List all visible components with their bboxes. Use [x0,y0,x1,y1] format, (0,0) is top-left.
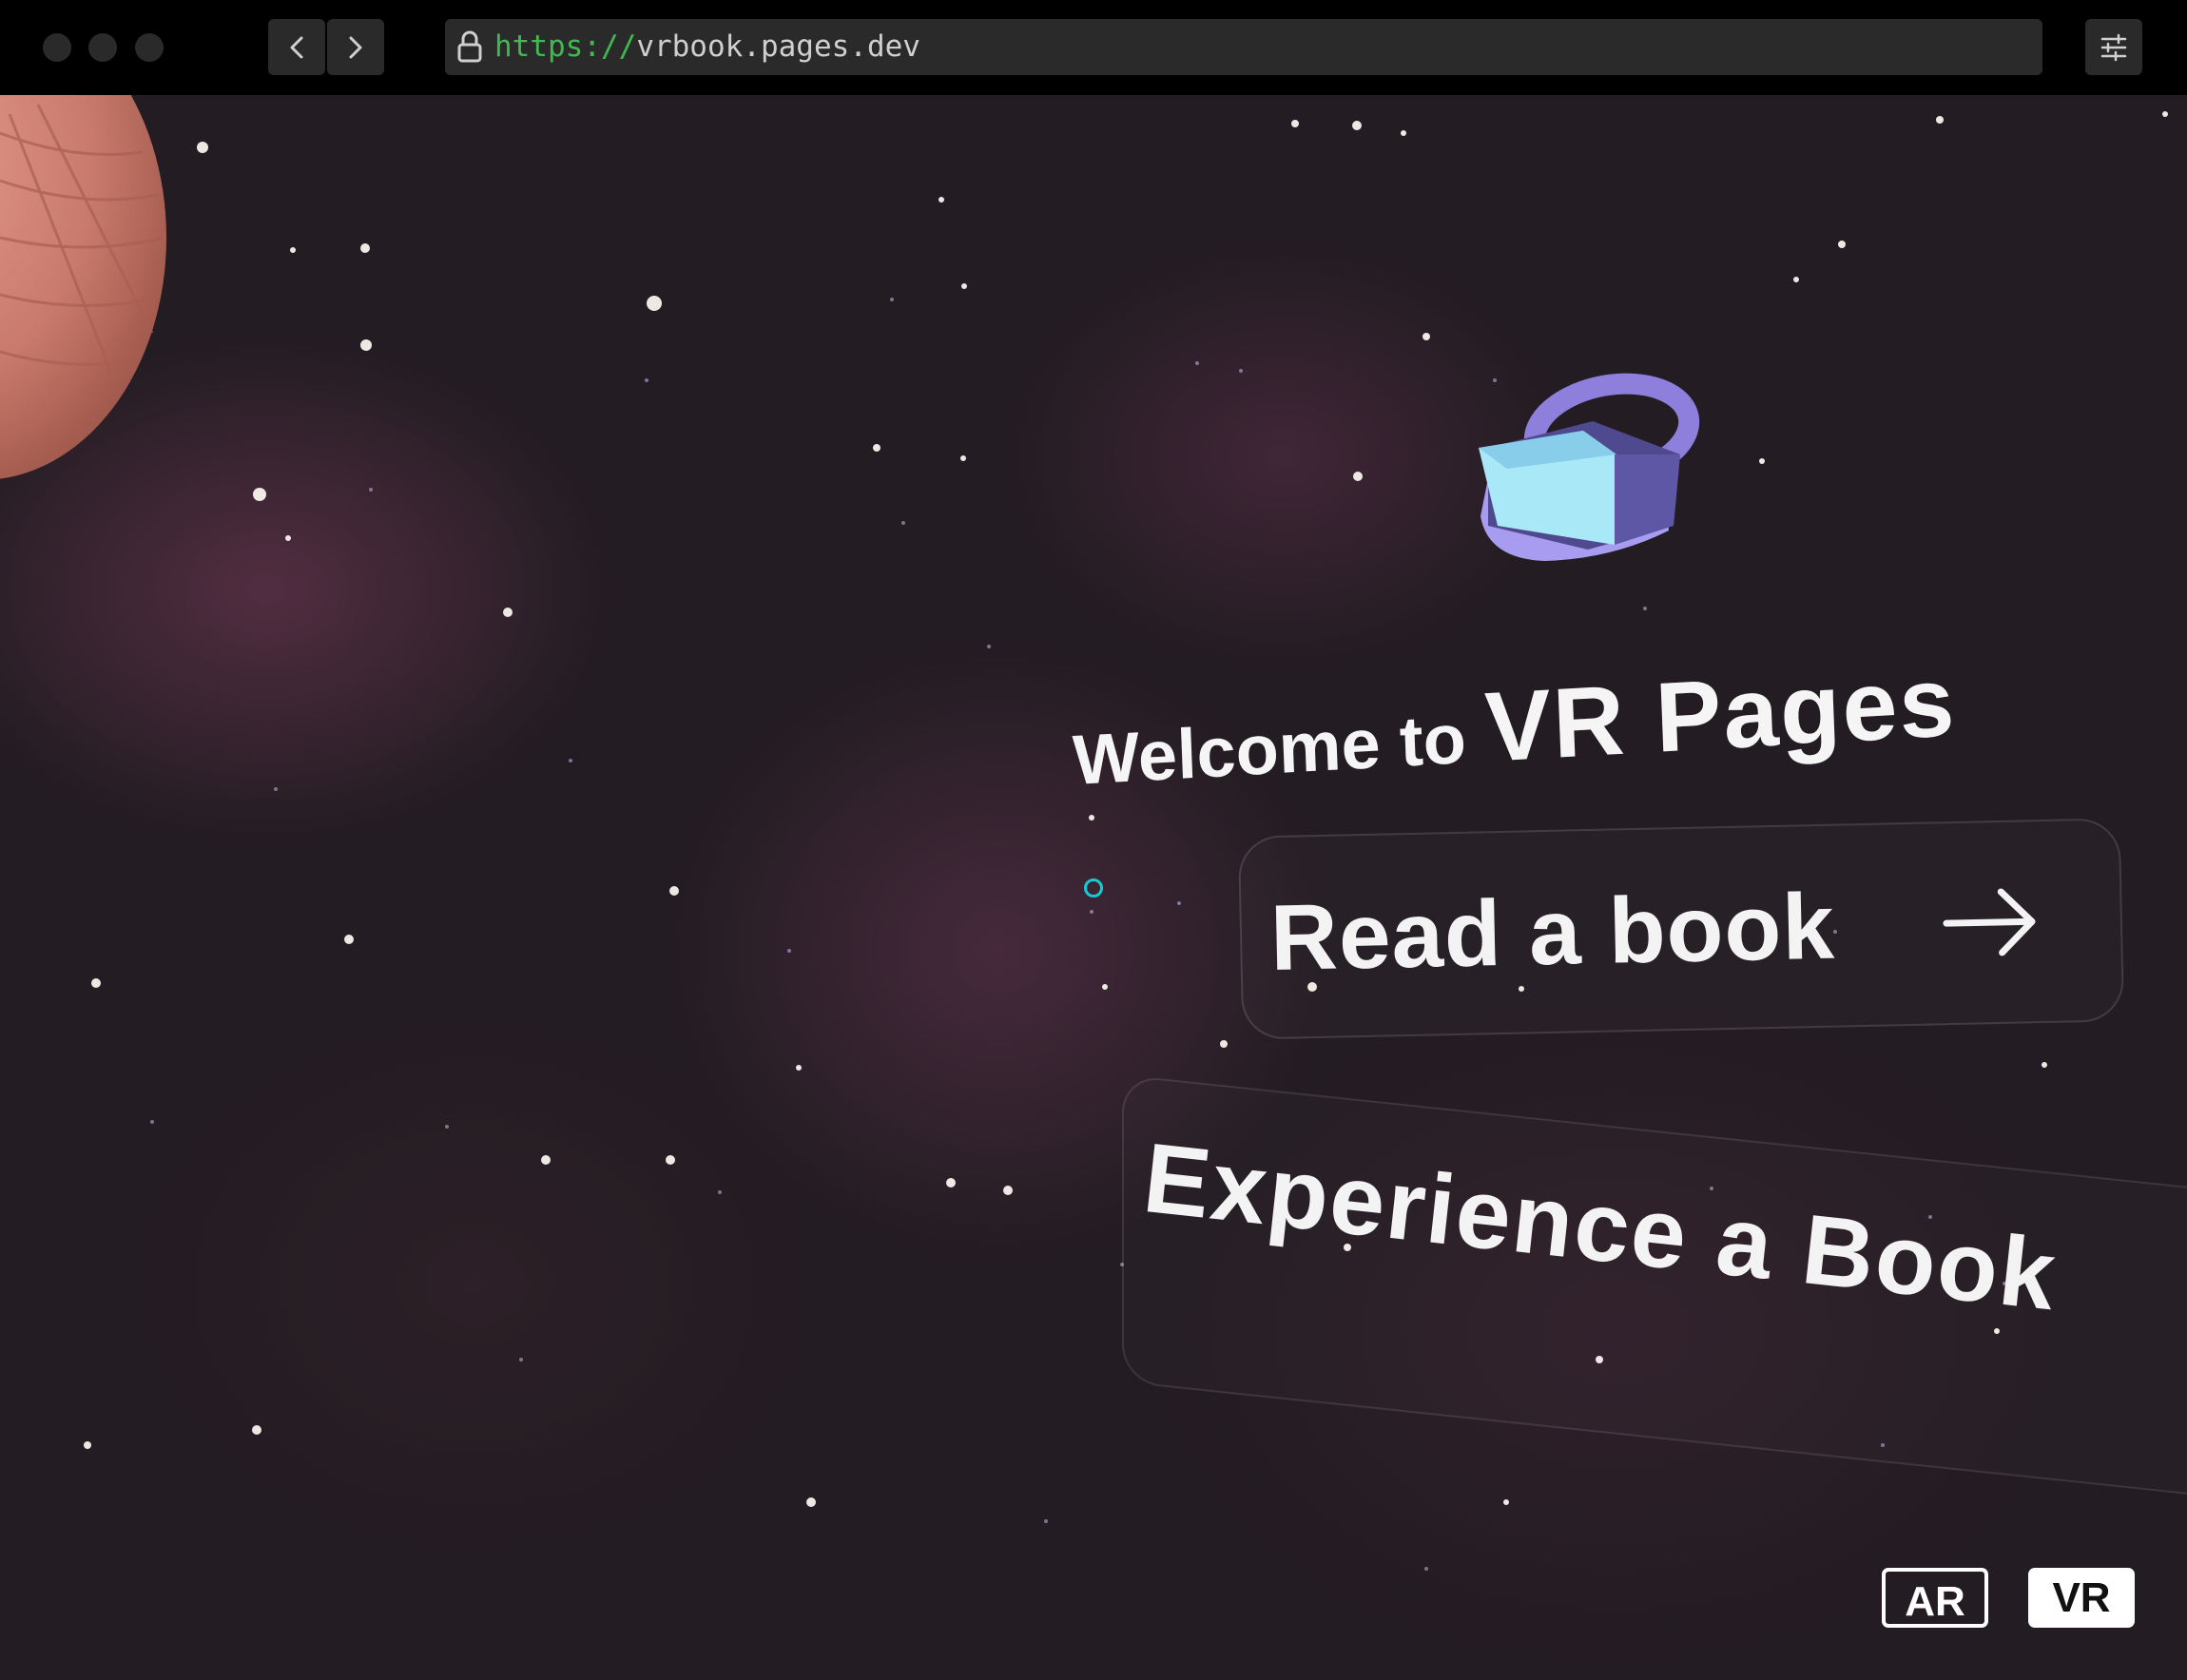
welcome-brand: VR Pages [1482,647,1959,783]
star [1793,277,1799,282]
enter-vr-button[interactable]: VR [2028,1568,2135,1628]
star [1090,910,1094,914]
welcome-prefix: Welcome to [1071,698,1468,800]
gaze-cursor-icon [1084,879,1103,898]
star [1220,1040,1228,1048]
star [1177,901,1181,905]
star [2162,111,2168,117]
star [253,488,266,501]
star [344,935,354,944]
window-close-dot-icon[interactable] [43,33,71,62]
star [1195,361,1199,365]
star [1423,333,1430,340]
settings-button[interactable] [2085,19,2142,75]
star [197,142,208,153]
enter-ar-button[interactable]: AR [1882,1568,1988,1628]
star [1759,458,1765,464]
url-scheme: https:// [494,29,637,64]
star [718,1190,722,1194]
star [1044,1519,1048,1523]
back-button[interactable] [268,19,325,75]
star [873,444,881,452]
star [946,1178,956,1188]
star [290,247,296,253]
star [445,1125,449,1129]
planet-icon [0,95,166,479]
star [987,645,991,648]
star [806,1497,816,1507]
browser-toolbar: https://vrbook.pages.dev [0,0,2187,95]
star [669,886,679,896]
address-bar[interactable]: https://vrbook.pages.dev [445,19,2042,75]
star [569,759,572,763]
star [1003,1186,1013,1195]
settings-sliders-icon [2100,33,2127,62]
star [541,1155,551,1165]
star [1401,130,1406,136]
lock-icon [457,30,482,63]
star [939,197,944,203]
star [91,978,101,988]
star [285,535,291,541]
star [519,1358,523,1361]
vr-scene[interactable]: Welcome to VR Pages Read a book Experien… [0,95,2187,1680]
star [1936,116,1944,124]
star [1643,607,1647,610]
url-host: vrbook.pages.dev [636,29,920,64]
star [796,1065,802,1071]
star [961,283,967,289]
read-a-book-label: Read a book [1268,873,1836,991]
window-maximize-dot-icon[interactable] [135,33,164,62]
star [647,296,662,311]
vr-headset-icon [1479,373,1700,561]
star [369,488,373,492]
star [666,1155,675,1165]
back-arrow-icon [290,36,303,59]
star [1239,369,1243,373]
star [1353,472,1363,481]
star [84,1441,91,1449]
star [1424,1567,1428,1571]
star [901,521,905,525]
star [1352,121,1362,130]
arrow-right-icon [1943,888,2036,956]
forward-arrow-icon [349,36,362,59]
star [252,1425,261,1435]
star [150,1120,154,1124]
star [2042,1062,2047,1068]
star [503,608,513,617]
star [890,298,894,301]
star [1291,120,1299,127]
star [960,455,966,461]
window-minimize-dot-icon[interactable] [88,33,117,62]
star [645,378,648,382]
read-a-book-button[interactable]: Read a book [1237,818,2125,1040]
star [360,243,370,253]
star [360,339,372,351]
url-text: https://vrbook.pages.dev [494,19,920,75]
forward-button[interactable] [327,19,384,75]
star [787,949,791,953]
star [1102,984,1108,990]
star [1838,241,1846,248]
star [274,787,278,791]
star [1503,1499,1509,1505]
